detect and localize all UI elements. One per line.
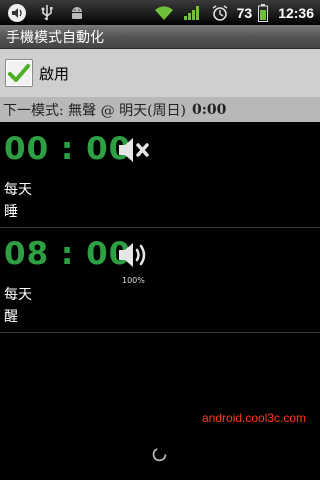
volume-icon — [117, 240, 153, 270]
schedule-time: 00 : 00 — [4, 131, 132, 167]
schedule-item-wake[interactable]: 08 : 00 100% 每天 醒 — [0, 228, 320, 333]
volume-notification-icon — [6, 3, 28, 23]
battery-level: 73 — [236, 4, 253, 21]
app-title-bar: 手機模式自動化 — [0, 25, 320, 49]
enable-checkbox[interactable] — [5, 59, 33, 87]
volume-percent: 100% — [122, 276, 145, 285]
watermark-text: android.cool3c.com — [202, 411, 307, 425]
app-title: 手機模式自動化 — [6, 29, 104, 46]
alarm-icon — [209, 3, 231, 23]
schedule-item-sleep[interactable]: 00 : 00 每天 睡 — [0, 123, 320, 228]
wifi-icon — [153, 3, 175, 23]
schedule-days: 每天 — [4, 287, 32, 303]
next-mode-time: 0:00 — [192, 101, 227, 118]
next-mode-row: 下一模式: 無聲 @ 明天(周日) 0:00 — [0, 97, 320, 122]
android-debug-icon — [66, 3, 88, 23]
schedule-name: 醒 — [4, 309, 18, 325]
usb-icon — [36, 3, 58, 23]
schedule-days: 每天 — [4, 182, 32, 198]
status-bar: 73 12:36 — [0, 0, 320, 25]
loading-spinner-icon — [152, 447, 167, 462]
clock: 12:36 — [278, 4, 314, 21]
check-icon — [8, 64, 30, 82]
mute-icon — [117, 135, 153, 165]
schedule-time: 08 : 00 — [4, 236, 132, 272]
enable-label: 啟用 — [39, 64, 70, 83]
battery-icon — [258, 3, 269, 23]
signal-icon — [181, 3, 203, 23]
enable-toggle-row[interactable]: 啟用 — [0, 49, 320, 97]
next-mode-text: 下一模式: 無聲 @ 明天(周日) — [3, 102, 186, 119]
schedule-name: 睡 — [4, 204, 18, 220]
